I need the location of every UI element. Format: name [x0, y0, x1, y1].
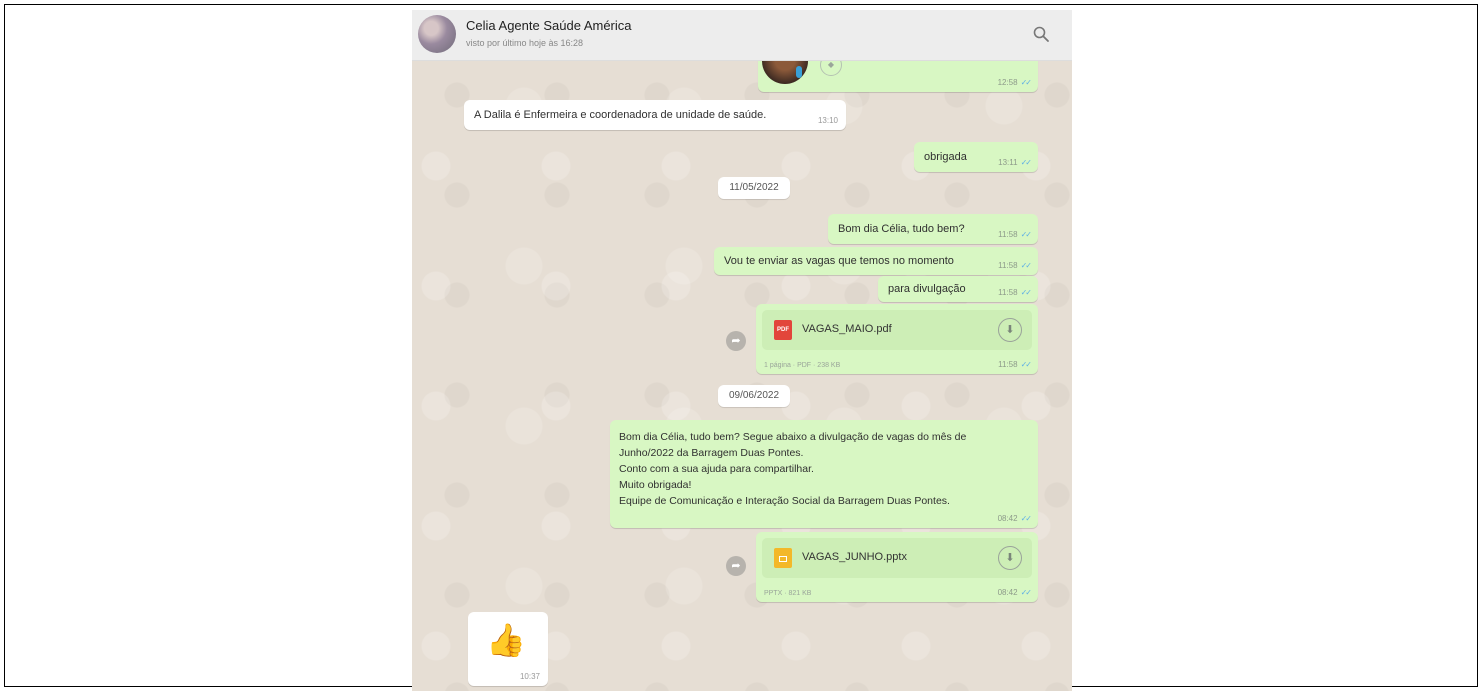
message-time: 11:58 ✓✓	[998, 230, 1032, 239]
pdf-file-icon: PDF	[774, 320, 792, 340]
message-text: Bom dia Célia, tudo bem?	[838, 223, 965, 235]
outgoing-message[interactable]: Bom dia Célia, tudo bem? 11:58 ✓✓	[828, 214, 1038, 244]
contact-avatar[interactable]	[418, 15, 456, 53]
message-time: 11:58 ✓✓	[998, 360, 1032, 369]
document-meta: PPTX · 821 KB	[764, 590, 812, 597]
message-time: 08:42 ✓✓	[997, 514, 1033, 523]
read-ticks-icon: ✓✓	[1020, 360, 1032, 369]
message-time: 13:11 ✓✓	[998, 158, 1032, 167]
message-time: 08:42 ✓✓	[997, 588, 1033, 597]
document-name: VAGAS_MAIO.pdf	[802, 323, 892, 335]
read-ticks-icon: ✓✓	[1020, 288, 1032, 297]
outgoing-message[interactable]: obrigada 13:11 ✓✓	[914, 142, 1038, 172]
document-name: VAGAS_JUNHO.pptx	[802, 551, 907, 563]
read-ticks-icon: ✓✓	[1020, 588, 1032, 597]
message-line: Muito obrigada!	[619, 479, 692, 491]
outgoing-message[interactable]: Bom dia Célia, tudo bem? Segue abaixo a …	[610, 420, 1038, 528]
document-card[interactable]: PDF VAGAS_MAIO.pdf ⬇	[762, 310, 1032, 350]
read-ticks-icon: ✓✓	[1020, 78, 1032, 87]
forward-icon[interactable]: ➦	[726, 331, 746, 351]
document-meta: 1 página · PDF · 238 KB	[764, 362, 841, 369]
read-ticks-icon: ✓✓	[1020, 514, 1032, 523]
download-icon[interactable]: ⬇	[998, 546, 1022, 570]
contact-name[interactable]: Celia Agente Saúde América	[466, 18, 632, 33]
incoming-message[interactable]: A Dalila é Enfermeira e coordenadora de …	[464, 100, 846, 130]
date-separator: 11/05/2022	[718, 177, 790, 199]
message-text: Bom dia Célia, tudo bem? Segue abaixo a …	[619, 429, 966, 509]
message-text: para divulgação	[888, 283, 966, 295]
message-line: Bom dia Célia, tudo bem? Segue abaixo a …	[619, 431, 967, 443]
document-card[interactable]: VAGAS_JUNHO.pptx ⬇	[762, 538, 1032, 578]
chat-header: Celia Agente Saúde América visto por últ…	[412, 10, 1072, 61]
outgoing-message[interactable]: para divulgação 11:58 ✓✓	[878, 276, 1038, 302]
message-time: 12:58 ✓✓	[997, 78, 1033, 87]
pptx-file-icon	[774, 548, 792, 568]
message-line: Junho/2022 da Barragem Duas Pontes.	[619, 447, 804, 459]
message-text: Vou te enviar as vagas que temos no mome…	[724, 255, 954, 267]
message-time: 10:37	[519, 672, 540, 681]
message-text: obrigada	[924, 151, 967, 163]
read-ticks-icon: ✓✓	[1020, 158, 1032, 167]
incoming-emoji-message[interactable]: 👍 10:37	[468, 612, 548, 686]
last-seen-status: visto por último hoje às 16:28	[466, 38, 584, 48]
message-text: A Dalila é Enfermeira e coordenadora de …	[474, 109, 767, 121]
read-ticks-icon: ✓✓	[1020, 230, 1032, 239]
mic-icon	[796, 66, 802, 78]
outgoing-message[interactable]: Vou te enviar as vagas que temos no mome…	[714, 247, 1038, 275]
message-line: Equipe de Comunicação e Interação Social…	[619, 495, 950, 507]
download-icon[interactable]: ⬇	[998, 318, 1022, 342]
thumbs-up-emoji: 👍	[486, 622, 526, 658]
document-message[interactable]: PDF VAGAS_MAIO.pdf ⬇ 1 página · PDF · 23…	[756, 304, 1038, 374]
message-time: 13:10	[817, 116, 838, 125]
date-separator: 09/06/2022	[718, 385, 790, 407]
document-message[interactable]: VAGAS_JUNHO.pptx ⬇ PPTX · 821 KB 08:42 ✓✓	[756, 532, 1038, 602]
message-line: Conto com a sua ajuda para compartilhar.	[619, 463, 814, 475]
message-time: 11:58 ✓✓	[998, 261, 1032, 270]
search-icon[interactable]	[1032, 25, 1050, 43]
chat-window: ◆ 12:58 ✓✓ Celia Agente Saúde América vis…	[412, 10, 1072, 691]
read-ticks-icon: ✓✓	[1020, 261, 1032, 270]
message-time: 11:58 ✓✓	[998, 288, 1032, 297]
forward-icon[interactable]: ➦	[726, 556, 746, 576]
